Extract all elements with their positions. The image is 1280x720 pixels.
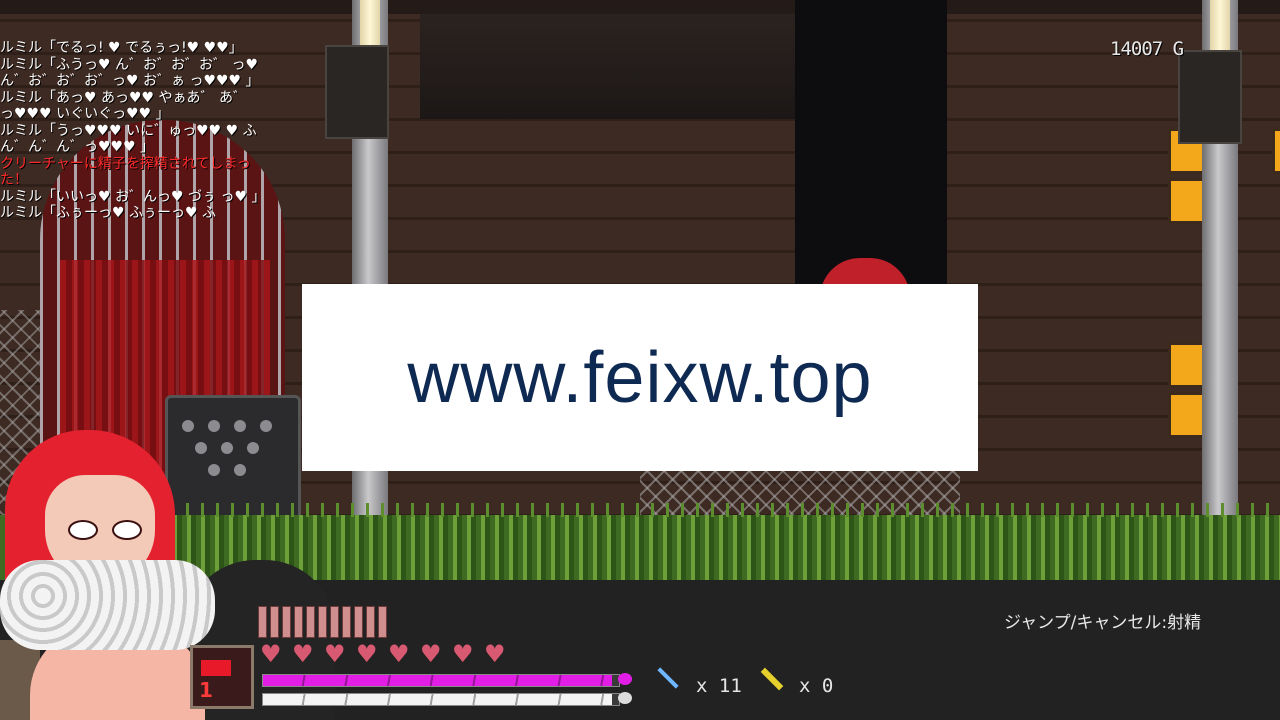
watermark-banner: www.feixw.top: [302, 284, 978, 471]
heart-gauge: ♥ ♥ ♥ ♥ ♥ ♥ ♥ ♥: [260, 640, 510, 668]
log-line: ルミル「うっ♥♥♥ いに゛ゅっ♥♥ ♥ ふん゛ん゛ん゛っ♥♥♥ 」: [0, 122, 257, 156]
log-line: ルミル「あっ♥ あっ♥♥ やぁあ゛ あ゛っ♥♥♥ いぐいぐっ♥♥ 」: [0, 89, 248, 123]
lit-window: [1272, 128, 1280, 174]
stamina-segment: [270, 606, 279, 638]
stamina-segment: [342, 606, 351, 638]
log-line: ルミル「ふうっ♥ ん゛お゛お゛お゛ っ♥ ん゛お゛お゛お゛っ♥ お゛ぁ っ♥♥♥…: [0, 56, 260, 90]
stamina-segment: [378, 606, 387, 638]
stamina-segment: [282, 606, 291, 638]
heart-icon: ♥: [420, 640, 442, 668]
stamina-gauge: [258, 606, 387, 638]
skill-level: 1: [199, 678, 213, 702]
heart-icon: ♥: [484, 640, 506, 668]
stamina-segment: [366, 606, 375, 638]
drop-icon: [618, 692, 632, 704]
item1-count: x 11: [696, 675, 742, 697]
log-line: ルミル「でるっ! ♥ でるぅっ!♥ ♥♥」: [0, 40, 243, 56]
energy-bar: [262, 693, 620, 706]
heart-icon: ♥: [452, 640, 474, 668]
stamina-segment: [318, 606, 327, 638]
ceiling-beam: [0, 0, 1280, 14]
lust-bar-fill: [263, 675, 612, 686]
heart-icon: ♥: [292, 640, 314, 668]
energy-bar-fill: [263, 694, 612, 705]
item2-count: x 0: [799, 675, 834, 697]
stamina-segment: [258, 606, 267, 638]
heart-icon: ♥: [260, 640, 282, 668]
control-hint: ジャンプ/キャンセル:射精: [1004, 613, 1202, 633]
stamina-segment: [294, 606, 303, 638]
gold-counter: 14007 G: [1110, 38, 1184, 60]
message-log: ルミル「でるっ! ♥ でるぅっ!♥ ♥♥」 ルミル「ふうっ♥ ん゛お゛お゛お゛ …: [0, 40, 266, 222]
watermark-text: www.feixw.top: [407, 337, 873, 418]
wall-lamp: [325, 45, 389, 139]
heart-icon: ♥: [388, 640, 410, 668]
heart-icon: ♥: [324, 640, 346, 668]
lust-bar: [262, 674, 620, 687]
stamina-segment: [330, 606, 339, 638]
heart-icon: [618, 673, 632, 685]
stamina-segment: [306, 606, 315, 638]
log-line-system: クリーチャーに精子を搾精されてしまった！: [0, 155, 251, 189]
stamina-segment: [354, 606, 363, 638]
wall-lamp: [1178, 50, 1242, 144]
skill-slot[interactable]: 1: [190, 645, 254, 709]
log-line: ルミル「ふぅーっ♥ ふぅーっ♥ ふ: [0, 205, 217, 221]
heart-icon: ♥: [356, 640, 378, 668]
dark-doorway: [795, 0, 947, 290]
log-line: ルミル「いいっ♥ お゛んっ♥ づぅ っ♥ 」: [0, 188, 266, 205]
